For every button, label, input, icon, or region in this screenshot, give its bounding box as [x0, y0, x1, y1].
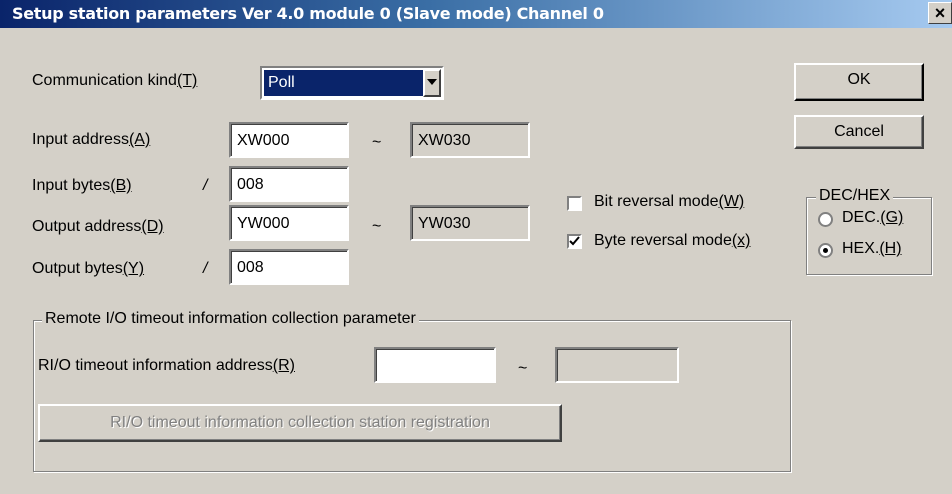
output-bytes-field[interactable]: 008 [229, 249, 349, 285]
byte-reversal-label[interactable]: Byte reversal mode(x) [594, 232, 751, 250]
input-address-text: Input address [32, 131, 129, 148]
output-bytes-value: 008 [237, 259, 264, 276]
window-title: Setup station parameters Ver 4.0 module … [12, 4, 604, 23]
communication-kind-label: Communication kind(T) [32, 72, 197, 90]
checkmark-icon [569, 236, 580, 246]
bit-reversal-hotkey: (W) [718, 193, 745, 210]
communication-kind-hotkey: (T) [176, 72, 198, 89]
hex-text: HEX. [842, 240, 880, 257]
input-address-start-value: XW000 [237, 132, 290, 149]
rio-address-label: RI/O timeout information address(R) [38, 357, 295, 375]
output-bytes-slash: / [203, 260, 208, 277]
output-address-end-value: YW030 [418, 215, 471, 232]
input-bytes-hotkey: (B) [110, 177, 132, 194]
input-address-end-field: XW030 [410, 122, 530, 158]
input-address-start-field[interactable]: XW000 [229, 122, 349, 158]
rio-registration-button[interactable]: RI/O timeout information collection stat… [38, 404, 562, 442]
output-address-label: Output address(D) [32, 218, 164, 236]
close-button[interactable]: × [928, 2, 952, 24]
dec-hotkey: (G) [880, 209, 904, 226]
output-bytes-text: Output bytes [32, 260, 123, 277]
input-bytes-text: Input bytes [32, 177, 111, 194]
bit-reversal-text: Bit reversal mode [594, 193, 719, 210]
remote-io-legend: Remote I/O timeout information collectio… [42, 310, 419, 328]
output-bytes-hotkey: (Y) [122, 260, 145, 277]
rio-address-hotkey: (R) [272, 357, 295, 374]
dec-radio[interactable] [818, 212, 833, 227]
communication-kind-value: Poll [264, 70, 424, 96]
input-bytes-field[interactable]: 008 [229, 166, 349, 202]
title-bar: Setup station parameters Ver 4.0 module … [0, 0, 952, 28]
communication-kind-select[interactable]: Poll [260, 66, 444, 100]
output-address-tilde: ~ [372, 218, 382, 235]
chevron-down-icon [427, 79, 437, 85]
input-address-hotkey: (A) [128, 131, 151, 148]
dropdown-button[interactable] [423, 69, 441, 97]
dechex-legend: DEC/HEX [816, 187, 894, 205]
ok-button[interactable]: OK [794, 63, 924, 101]
output-address-text: Output address [32, 218, 142, 235]
input-bytes-value: 008 [237, 176, 264, 193]
radio-selected-dot [823, 248, 828, 253]
input-bytes-label: Input bytes(B) [32, 177, 132, 195]
input-address-tilde: ~ [372, 134, 382, 151]
rio-address-end-field [555, 347, 679, 383]
cancel-button[interactable]: Cancel [794, 115, 924, 149]
rio-address-start-field[interactable] [374, 347, 496, 383]
hex-hotkey: (H) [879, 240, 902, 257]
dec-label[interactable]: DEC.(G) [842, 209, 903, 227]
communication-kind-text: Communication kind [32, 72, 177, 89]
input-bytes-slash: / [203, 177, 208, 194]
close-icon: × [934, 3, 946, 23]
output-address-start-value: YW000 [237, 215, 290, 232]
bit-reversal-label[interactable]: Bit reversal mode(W) [594, 193, 744, 211]
rio-address-tilde: ~ [518, 360, 528, 377]
input-address-label: Input address(A) [32, 131, 150, 149]
output-bytes-label: Output bytes(Y) [32, 260, 144, 278]
dec-text: DEC. [842, 209, 881, 226]
remote-io-group [33, 320, 791, 472]
output-address-start-field[interactable]: YW000 [229, 205, 349, 241]
byte-reversal-checkbox[interactable] [567, 234, 582, 249]
output-address-hotkey: (D) [141, 218, 164, 235]
rio-address-text: RI/O timeout information address [38, 357, 273, 374]
byte-reversal-hotkey: (x) [731, 232, 751, 249]
hex-radio[interactable] [818, 243, 833, 258]
hex-label[interactable]: HEX.(H) [842, 240, 902, 258]
output-address-end-field: YW030 [410, 205, 530, 241]
byte-reversal-text: Byte reversal mode [594, 232, 732, 249]
bit-reversal-checkbox[interactable] [567, 196, 582, 211]
input-address-end-value: XW030 [418, 132, 471, 149]
